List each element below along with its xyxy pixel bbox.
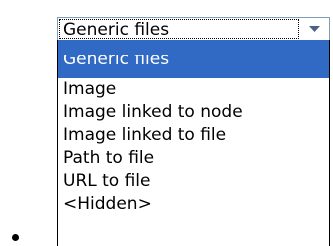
chevron-down-icon bbox=[309, 25, 320, 33]
option-image-linked-to-file[interactable]: Image linked to file bbox=[58, 124, 329, 147]
option-hidden[interactable]: <Hidden> bbox=[58, 193, 329, 216]
option-image-linked-to-node[interactable]: Image linked to node bbox=[58, 101, 329, 124]
dropdown-arrow-button[interactable] bbox=[300, 18, 329, 40]
option-path-to-file[interactable]: Path to file bbox=[58, 147, 329, 170]
select-current-value: Generic files bbox=[59, 19, 299, 39]
file-type-select[interactable]: Generic files bbox=[57, 17, 330, 41]
stage: Generic files Generic files Image Image … bbox=[0, 0, 333, 246]
option-url-to-file[interactable]: URL to file bbox=[58, 170, 329, 193]
selection-highlight-top bbox=[58, 40, 329, 55]
option-image[interactable]: Image bbox=[58, 78, 329, 101]
dropdown-list: Generic files Image Image linked to node… bbox=[57, 40, 330, 246]
bullet-dot bbox=[12, 234, 19, 241]
